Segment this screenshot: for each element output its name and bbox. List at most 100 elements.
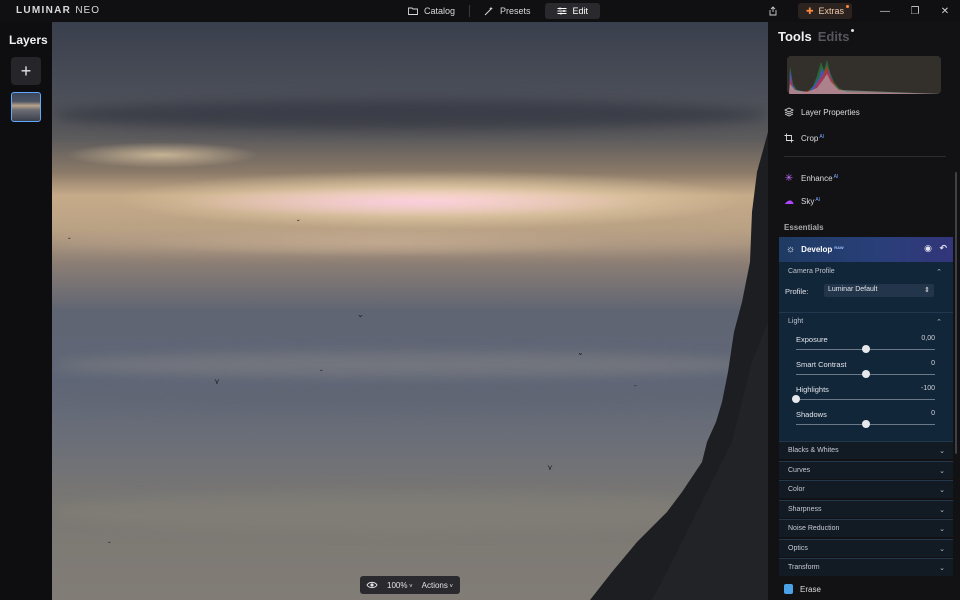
chevron-down-icon: ⌄ (939, 468, 945, 475)
accordion-color[interactable]: Color ⌄ (779, 480, 953, 498)
image-canvas[interactable]: ⋎ ⌄ ˇ ⌄ ˉ ⋎ ˇ ˇ ˇ 100% ˅ Actions ˅ (52, 22, 768, 600)
magic-wand-icon (484, 6, 494, 16)
visibility-eye-icon[interactable]: ◉ (924, 243, 932, 254)
tool-layer-properties[interactable]: Layer Properties (784, 105, 860, 119)
divider (779, 312, 953, 313)
camera-profile-label: Camera Profile (788, 268, 835, 275)
mode-edit[interactable]: Edit (544, 3, 601, 19)
chevron-up-icon[interactable]: ⌃ (936, 268, 942, 276)
histogram (787, 56, 941, 94)
tab-tools[interactable]: Tools (778, 29, 812, 44)
accordion-label: Blacks & Whites (788, 447, 839, 454)
folder-icon (408, 7, 418, 15)
bird: ˇ (108, 541, 111, 550)
layer-thumbnail[interactable] (11, 92, 41, 122)
canvas-toolbar: 100% ˅ Actions ˅ (360, 576, 460, 594)
divider (784, 156, 946, 157)
accordion-label: Noise Reduction (788, 525, 840, 532)
luminar-neo-window: LUMINAR NEO Catalog Presets Edit ✚ Extra… (0, 0, 960, 600)
chevron-down-icon: ⌄ (939, 507, 945, 514)
slider-knob[interactable] (792, 395, 800, 403)
tool-enhance[interactable]: ✳ EnhanceAI (784, 171, 839, 185)
profile-label: Profile: (785, 287, 809, 296)
bird: ˇ (297, 219, 300, 228)
bird: ˇ (320, 369, 323, 378)
chevron-down-icon: ⌄ (939, 487, 945, 494)
extras-button[interactable]: ✚ Extras (797, 3, 852, 19)
tool-sky[interactable]: ☁ SkyAI (784, 194, 820, 208)
mode-catalog[interactable]: Catalog (396, 3, 467, 19)
slider-value[interactable]: 0 (931, 410, 935, 417)
layers-title: Layers (9, 33, 48, 47)
bird: ⋎ (547, 463, 553, 472)
sliders-icon (557, 7, 567, 15)
accordion-label: Optics (788, 545, 808, 552)
slider-label: Smart Contrast (796, 360, 847, 369)
crop-icon (784, 133, 794, 143)
accordion-noise-reduction[interactable]: Noise Reduction ⌄ (779, 519, 953, 537)
slider-knob[interactable] (861, 345, 870, 353)
accordion-blacks-whites[interactable]: Blacks & Whites ⌄ (779, 441, 953, 459)
window-controls: ✚ Extras — ❐ ✕ (758, 0, 960, 22)
tool-crop[interactable]: CropAI (784, 131, 824, 145)
slider-track[interactable] (796, 399, 935, 400)
slider-value[interactable]: 0 (931, 360, 935, 367)
reset-icon[interactable]: ↶ (939, 243, 947, 254)
app-logo: LUMINAR NEO (16, 5, 100, 16)
maximize-icon[interactable]: ❐ (900, 0, 930, 22)
slider-knob[interactable] (861, 370, 870, 378)
light-label: Light (788, 318, 804, 325)
share-icon[interactable] (758, 0, 788, 22)
bird: ˉ (634, 384, 637, 393)
accordion-optics[interactable]: Optics ⌄ (779, 539, 953, 557)
slider-value[interactable]: 0,00 (921, 335, 935, 342)
add-layer-button[interactable]: + (11, 57, 41, 85)
essentials-title: Essentials (784, 223, 824, 232)
accordion-transform[interactable]: Transform ⌄ (779, 558, 953, 576)
mode-presets[interactable]: Presets (472, 3, 543, 19)
develop-header[interactable]: ☼ Develop RAW ◉ ↶ (779, 237, 953, 262)
cloud-icon: ☁ (784, 195, 794, 207)
tab-edits[interactable]: Edits (818, 29, 854, 44)
accordion-label: Curves (788, 467, 811, 474)
panel-scrollbar[interactable] (955, 172, 957, 454)
sparkle-icon: ✳ (784, 172, 794, 184)
slider-label: Exposure (796, 335, 828, 344)
accordion-label: Color (788, 486, 805, 493)
chevron-down-icon: ⌄ (939, 526, 945, 533)
bird: ˇ (68, 237, 71, 246)
sun-icon: ☼ (786, 244, 796, 255)
minimize-icon[interactable]: — (870, 0, 900, 22)
tool-erase[interactable]: Erase (784, 584, 821, 594)
chevron-down-icon: ⌄ (939, 565, 945, 572)
eye-icon[interactable] (366, 579, 378, 591)
slider-label: Shadows (796, 410, 827, 419)
title-bar: LUMINAR NEO Catalog Presets Edit ✚ Extra… (0, 0, 960, 22)
chevron-down-icon: ⌄ (939, 546, 945, 553)
plus-icon: + (20, 60, 32, 81)
notification-dot (846, 5, 849, 8)
layers-icon (784, 107, 794, 117)
close-icon[interactable]: ✕ (930, 0, 960, 22)
panel-tabs: Tools Edits (778, 29, 854, 44)
bird: ⋎ (214, 377, 220, 386)
cliff-silhouette (590, 132, 768, 600)
select-arrows-icon: ⇕ (924, 287, 930, 294)
accordion-label: Transform (788, 564, 820, 571)
slider-value[interactable]: -100 (921, 385, 935, 392)
accordion-sharpness[interactable]: Sharpness ⌄ (779, 500, 953, 518)
puzzle-icon: ✚ (805, 5, 814, 16)
tools-panel: Tools Edits Layer Properties CropAI ✳ En… (768, 22, 960, 600)
slider-knob[interactable] (861, 420, 870, 428)
layers-panel: Layers + (0, 22, 52, 600)
zoom-dropdown[interactable]: 100% ˅ (387, 581, 413, 590)
actions-dropdown[interactable]: Actions ˅ (422, 581, 453, 590)
chevron-up-icon[interactable]: ⌃ (936, 318, 942, 326)
accordion-label: Sharpness (788, 506, 822, 513)
accordion-curves[interactable]: Curves ⌄ (779, 461, 953, 479)
bird: ⌄ (577, 348, 584, 357)
mode-switcher: Catalog Presets Edit (396, 3, 601, 19)
eraser-icon (784, 584, 793, 594)
bird: ⌄ (357, 310, 364, 319)
profile-select[interactable]: Luminar Default ⇕ (824, 284, 934, 297)
